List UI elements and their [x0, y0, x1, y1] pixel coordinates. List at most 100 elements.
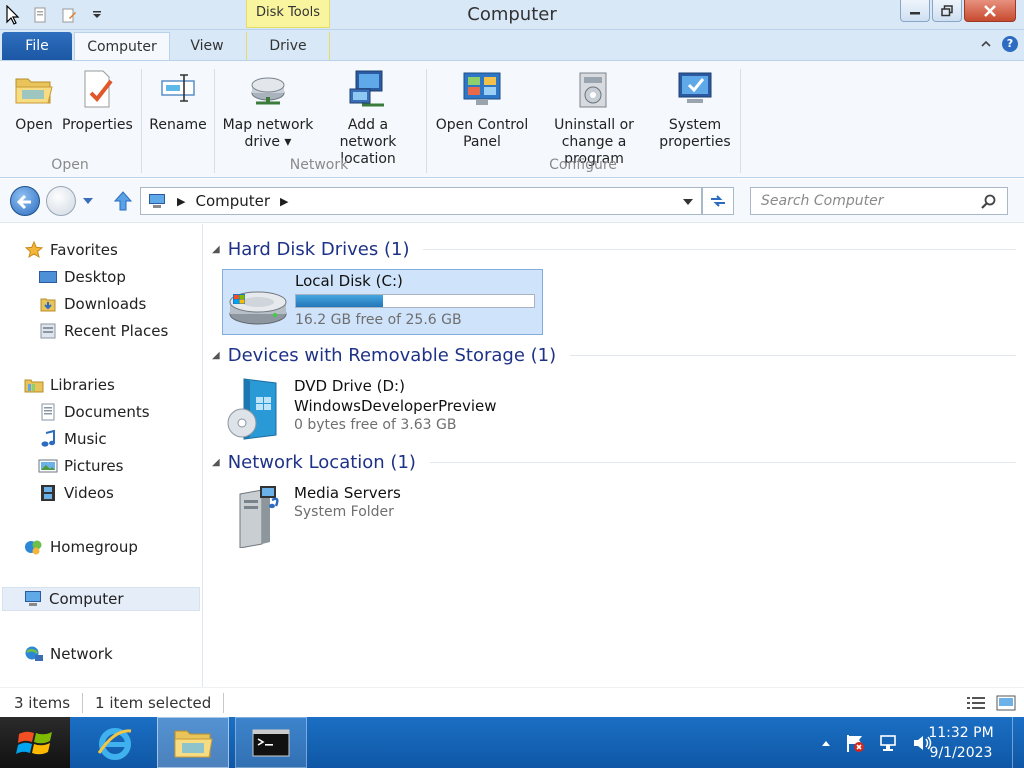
uninstall-program-button[interactable]: Uninstall or change a program [532, 67, 656, 168]
recent-places-icon [38, 322, 58, 340]
tab-view[interactable]: View [172, 32, 242, 60]
drive-usage-fill [296, 295, 384, 307]
open-button[interactable]: Open [8, 67, 60, 134]
taskbar: 11:32 PM 9/1/2023 [0, 717, 1024, 768]
navigation-pane: Favorites Desktop Downloads Recent Place… [0, 224, 203, 687]
nav-item-music[interactable]: Music [38, 427, 107, 451]
search-icon[interactable] [981, 194, 997, 210]
collapse-triangle-icon[interactable]: ◢ [212, 350, 220, 361]
properties-button[interactable]: Properties [62, 67, 133, 134]
taskbar-file-explorer[interactable] [157, 717, 229, 768]
recent-locations-dropdown[interactable] [82, 196, 94, 206]
address-dropdown-icon[interactable] [683, 198, 693, 206]
group-header-removable-storage[interactable]: ◢ Devices with Removable Storage (1) [212, 342, 1016, 368]
ribbon: Open Properties Open Rename Map network … [0, 60, 1024, 178]
libraries-icon [24, 376, 44, 394]
map-network-drive-button[interactable]: Map network drive ▾ [220, 67, 316, 151]
show-desktop-button[interactable] [1012, 717, 1024, 768]
close-button[interactable] [964, 0, 1016, 22]
system-properties-button[interactable]: System properties [656, 67, 734, 151]
status-bar: 3 items 1 item selected [0, 687, 1024, 717]
nav-item-downloads[interactable]: Downloads [38, 292, 146, 316]
search-input[interactable] [751, 188, 971, 214]
nav-item-recent-places[interactable]: Recent Places [38, 319, 168, 343]
tab-computer[interactable]: Computer [74, 32, 170, 60]
system-properties-icon [673, 67, 717, 111]
uninstall-program-icon [572, 67, 616, 111]
nav-favorites[interactable]: Favorites [24, 238, 118, 262]
ribbon-separator [426, 69, 427, 173]
restore-button[interactable] [932, 0, 962, 22]
nav-homegroup[interactable]: Homegroup [24, 535, 138, 559]
nav-computer[interactable]: Computer [2, 587, 200, 611]
nav-network-label: Network [50, 645, 113, 663]
group-divider [570, 354, 1016, 356]
add-network-location-icon [346, 67, 390, 111]
nav-item-documents[interactable]: Documents [38, 400, 150, 424]
nav-item-desktop[interactable]: Desktop [38, 265, 126, 289]
back-button[interactable] [10, 186, 40, 216]
file-explorer-icon [174, 730, 213, 757]
large-icons-view-icon[interactable] [996, 695, 1016, 711]
taskbar-command-prompt[interactable] [235, 717, 307, 768]
breadcrumb-chevron-icon[interactable]: ▶ [280, 195, 288, 208]
nav-item-label: Videos [64, 484, 114, 502]
start-button[interactable] [0, 717, 70, 768]
forward-button[interactable] [46, 186, 76, 216]
minimize-icon [910, 11, 920, 14]
drive-free-space: 16.2 GB free of 25.6 GB [295, 312, 462, 328]
minimize-ribbon-icon[interactable] [980, 39, 992, 49]
tab-file[interactable]: File [2, 32, 72, 60]
nav-item-pictures[interactable]: Pictures [38, 454, 123, 478]
open-control-panel-label: Open Control Panel [435, 117, 529, 150]
notification-area [820, 717, 934, 768]
open-control-panel-button[interactable]: Open Control Panel [432, 67, 532, 151]
minimize-button[interactable] [900, 0, 930, 22]
details-view-icon[interactable] [966, 695, 986, 711]
nav-libraries-label: Libraries [50, 376, 115, 394]
network-status-icon[interactable] [878, 733, 900, 753]
properties-button-label: Properties [62, 117, 133, 133]
collapse-triangle-icon[interactable]: ◢ [212, 457, 220, 468]
group-header-network-location[interactable]: ◢ Network Location (1) [212, 449, 1016, 475]
show-hidden-icons-icon[interactable] [820, 738, 832, 748]
group-label-open: Open [51, 157, 89, 173]
control-panel-icon [460, 67, 504, 111]
drive-name: DVD Drive (D:) [294, 377, 405, 395]
up-arrow-icon[interactable] [112, 190, 134, 212]
help-icon[interactable]: ? [1002, 36, 1018, 52]
drive-item-dvd-d[interactable]: DVD Drive (D:) WindowsDeveloperPreview 0… [222, 375, 543, 445]
rename-button[interactable]: Rename [148, 67, 208, 134]
window-controls [900, 0, 1016, 22]
nav-libraries[interactable]: Libraries [24, 373, 115, 397]
drive-free-space: 0 bytes free of 3.63 GB [294, 417, 457, 433]
network-item-media-servers[interactable]: Media Servers System Folder [222, 482, 543, 552]
nav-item-label: Desktop [64, 268, 126, 286]
refresh-icon [711, 195, 725, 207]
add-network-location-button[interactable]: Add a network location [318, 67, 418, 168]
action-center-flag-icon[interactable] [844, 733, 866, 753]
nav-item-videos[interactable]: Videos [38, 481, 114, 505]
taskbar-internet-explorer[interactable] [80, 717, 150, 768]
collapse-triangle-icon[interactable]: ◢ [212, 244, 220, 255]
group-title: Devices with Removable Storage (1) [227, 344, 557, 366]
breadcrumb-chevron-icon[interactable]: ▶ [177, 195, 185, 208]
rename-button-label: Rename [149, 117, 207, 133]
status-selection: 1 item selected [83, 692, 225, 713]
address-bar[interactable]: ▶ Computer ▶ [140, 187, 702, 215]
taskbar-clock[interactable]: 11:32 PM 9/1/2023 [926, 723, 996, 763]
search-box[interactable] [750, 187, 1008, 215]
refresh-button[interactable] [702, 187, 734, 215]
drive-item-local-disk-c[interactable]: Local Disk (C:) 16.2 GB free of 25.6 GB [222, 269, 543, 335]
homegroup-icon [24, 538, 44, 556]
nav-item-label: Pictures [64, 457, 124, 475]
desktop-icon [38, 268, 58, 286]
content-pane: ◢ Hard Disk Drives (1) Local Disk (C:) 1… [204, 224, 1024, 687]
group-title: Network Location (1) [227, 451, 416, 473]
nav-network[interactable]: Network [24, 642, 113, 666]
restore-icon [941, 4, 953, 16]
ribbon-controls: ? [980, 36, 1018, 52]
group-header-hard-disk-drives[interactable]: ◢ Hard Disk Drives (1) [212, 236, 1016, 262]
group-divider [429, 461, 1016, 463]
breadcrumb-computer[interactable]: Computer [195, 192, 270, 210]
